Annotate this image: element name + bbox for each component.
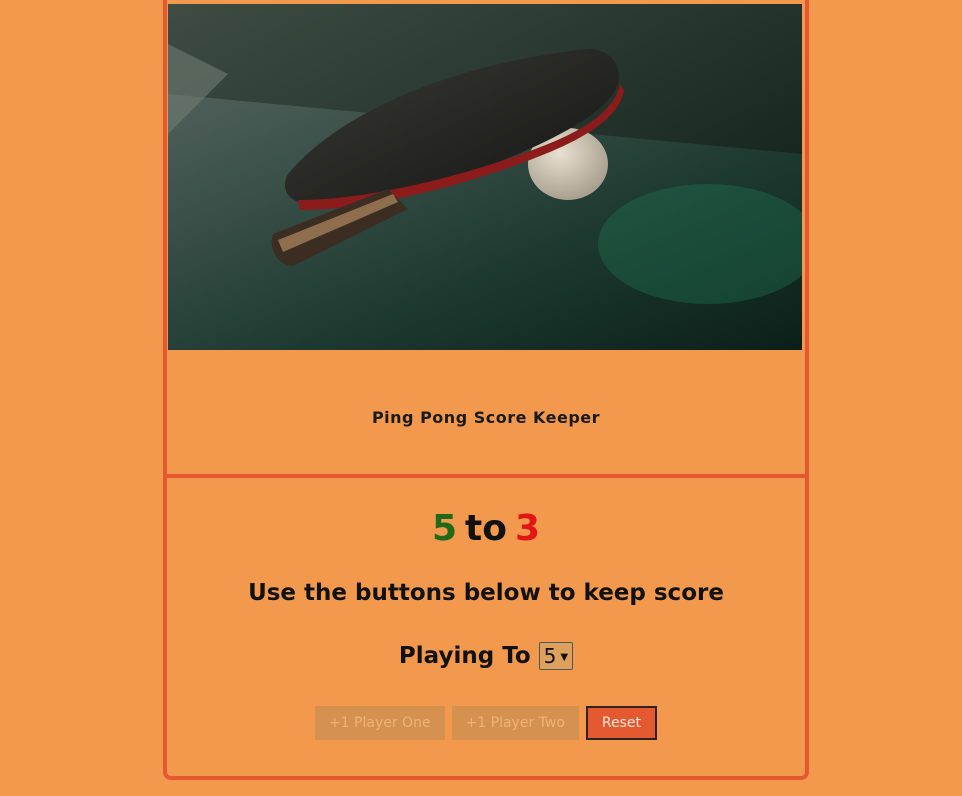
chevron-down-icon: ▼ [560,651,569,663]
player-one-button[interactable]: +1 Player One [314,706,445,740]
hero-image [168,4,802,350]
score-separator: to [465,508,507,549]
card-body: 5 to 3 Use the buttons below to keep score… [167,478,805,768]
page-title: Ping Pong Score Keeper [371,407,601,427]
instructions-text: Use the buttons below to keep score [248,580,724,606]
playing-to-row: Playing To 5 ▼ [167,642,805,670]
reset-button[interactable]: Reset [585,706,658,740]
playing-to-label: Playing To [398,643,531,669]
playing-to-select[interactable]: 5 ▼ [538,642,574,670]
card-header: Ping Pong Score Keeper [167,350,805,478]
player-two-score: 3 [514,508,541,549]
player-two-button[interactable]: +1 Player Two [451,706,579,740]
score-display: 5 to 3 [167,508,805,549]
playing-to-value: 5 [543,644,557,668]
score-card: Ping Pong Score Keeper 5 to 3 Use the butt… [163,0,809,780]
button-group: +1 Player One +1 Player Two Reset [167,706,805,740]
player-one-score: 5 [431,508,458,549]
